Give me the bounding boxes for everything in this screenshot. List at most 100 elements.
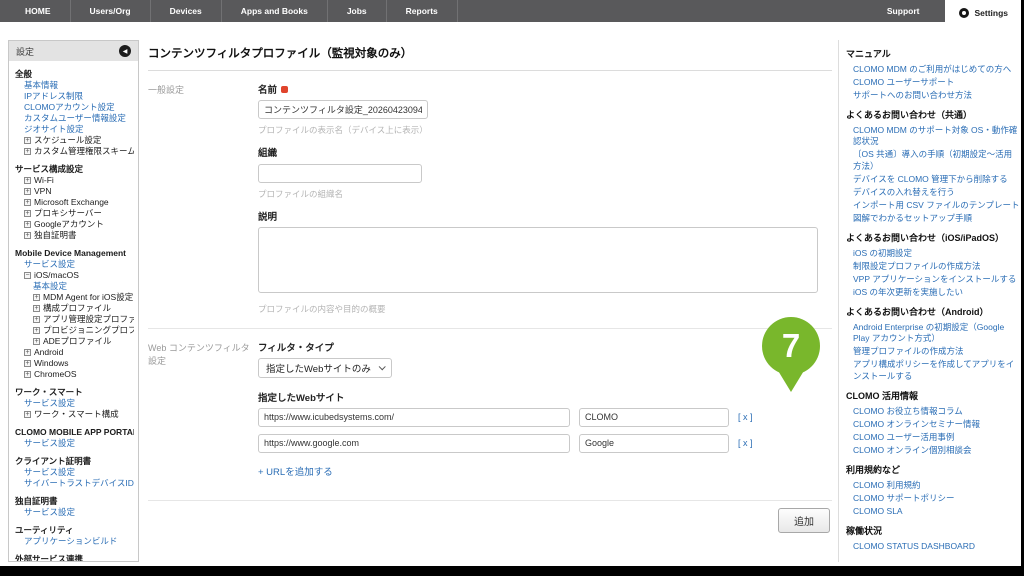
topnav-item[interactable]: Users/Org [71, 0, 151, 22]
help-entry[interactable]: 図解でわかるセットアップ手順 [846, 213, 1020, 225]
remove-url-link[interactable]: [ x ] [738, 438, 753, 448]
topnav-item[interactable]: HOME [6, 0, 71, 22]
web-filter-section: Web コンテンツフィルタ 設定 フィルタ・タイプ 指定したWebサイトのみ 指… [148, 329, 832, 501]
help-entry[interactable]: デバイスを CLOMO 管理下から削除する [846, 174, 1020, 186]
sidebar-entry-label: アプリケーションビルド [24, 536, 117, 547]
expand-icon [33, 294, 40, 301]
help-entry[interactable]: VPP アプリケーションをインストールする [846, 274, 1020, 286]
sidebar-entry-label: 独自証明書 [15, 496, 58, 507]
sidebar-entry-label: 構成プロファイル [43, 303, 111, 314]
help-entry[interactable]: CLOMO サポートポリシー [846, 493, 1020, 505]
help-entry[interactable]: Android Enterprise の初期設定（Google Play アカウ… [846, 322, 1020, 345]
help-entry[interactable]: CLOMO ユーザー活用事例 [846, 432, 1020, 444]
sidebar-entry[interactable]: アプリケーションビルド [15, 536, 134, 547]
help-entry[interactable]: iOS の年次更新を実施したい [846, 287, 1020, 299]
help-entry[interactable]: デバイスの入れ替えを行う [846, 187, 1020, 199]
sidebar-entry[interactable]: Android [15, 347, 134, 358]
help-entry-label: CLOMO MDM のサポート対象 OS・動作確認状況 [853, 125, 1017, 147]
sidebar-entry[interactable]: カスタム管理権限スキーム設定 [15, 146, 134, 157]
settings-tree-sidebar: 設定 ◀ 全般 基本情報 IPアドレス制限 CLOMOアカウント設定 [8, 40, 139, 562]
sidebar-entry [15, 547, 134, 554]
website-row[interactable]: [ x ] [258, 434, 832, 453]
help-entry-label: マニュアル [846, 49, 891, 59]
add-url-link[interactable]: + URLを追加する [258, 464, 333, 478]
expand-icon [24, 221, 31, 228]
help-entry[interactable]: サポートへのお問い合わせ方法 [846, 90, 1020, 102]
help-entry[interactable]: 制限設定プロファイルの作成方法 [846, 261, 1020, 273]
filter-type-select[interactable]: 指定したWebサイトのみ [258, 358, 392, 378]
website-name-input[interactable] [579, 434, 729, 453]
sidebar-entry[interactable]: VPN [15, 186, 134, 197]
sidebar-entry[interactable]: 基本設定 [15, 281, 134, 292]
topnav-item[interactable]: Apps and Books [222, 0, 328, 22]
sidebar-entry[interactable]: MDM Agent for iOS設定 [15, 292, 134, 303]
help-entry[interactable]: CLOMO オンラインセミナー情報 [846, 419, 1020, 431]
step-marker-badge: 7 [762, 317, 820, 375]
help-entry[interactable]: CLOMO MDM のサポート対象 OS・動作確認状況 [846, 125, 1020, 148]
topnav-items: HOME Users/Org Devices Apps and Books Jo… [0, 0, 458, 22]
sidebar-entry[interactable]: アプリ管理設定プロファイル [15, 314, 134, 325]
sidebar-entry[interactable]: iOS/macOS [15, 270, 134, 281]
sidebar-entry[interactable]: 独自証明書 [15, 230, 134, 241]
help-entry[interactable]: CLOMO SLA [846, 506, 1020, 518]
sidebar-entry[interactable]: ジオサイト設定 [15, 124, 134, 135]
topnav-item[interactable]: Jobs [328, 0, 387, 22]
website-row[interactable]: [ x ] [258, 408, 832, 427]
help-entry[interactable]: アプリ構成ポリシーを作成してアプリをインストールする [846, 359, 1020, 382]
nav-settings-tab[interactable]: Settings [945, 0, 1022, 25]
organization-input[interactable] [258, 164, 422, 183]
topnav-item-label: Reports [406, 6, 438, 16]
help-entry[interactable]: 管理プロファイルの作成方法 [846, 346, 1020, 358]
sidebar-entry[interactable]: ADEプロファイル [15, 336, 134, 347]
help-entry[interactable]: CLOMO オンライン個別相談会 [846, 445, 1020, 457]
sidebar-entry[interactable]: Googleアカウント [15, 219, 134, 230]
chevron-left-icon: ◀ [123, 48, 128, 55]
website-url-input[interactable] [258, 408, 570, 427]
help-entry[interactable]: CLOMO MDM のご利用がはじめての方へ [846, 64, 1020, 76]
remove-url-link[interactable]: [ x ] [738, 412, 753, 422]
topnav-item-label: Users/Org [90, 6, 131, 16]
sidebar-entry[interactable]: スケジュール設定 [15, 135, 134, 146]
sidebar-entry[interactable]: サービス設定 [15, 507, 134, 518]
website-name-input[interactable] [579, 408, 729, 427]
topnav-item[interactable]: Reports [387, 0, 458, 22]
sidebar-entry[interactable]: ChromeOS [15, 369, 134, 380]
sidebar-entry[interactable]: IPアドレス制限 [15, 91, 134, 102]
collapse-sidebar-button[interactable]: ◀ [119, 45, 131, 57]
help-entry[interactable]: CLOMO お役立ち情報コラム [846, 406, 1020, 418]
sidebar-entry[interactable]: Microsoft Exchange [15, 197, 134, 208]
sidebar-entry[interactable]: サービス設定 [15, 438, 134, 449]
help-entry-label: CLOMO サポートポリシー [853, 493, 955, 503]
nav-support[interactable]: Support [861, 0, 946, 22]
sidebar-entry[interactable]: Windows [15, 358, 134, 369]
help-entry[interactable]: 〔OS 共通〕導入の手順（初期設定～活用方法） [846, 149, 1020, 172]
description-textarea[interactable] [258, 227, 818, 293]
website-url-input[interactable] [258, 434, 570, 453]
help-entry-label: よくあるお問い合わせ（共通） [846, 110, 972, 120]
profile-name-input[interactable] [258, 100, 428, 119]
help-entry-label: CLOMO お役立ち情報コラム [853, 406, 963, 416]
sidebar-entry[interactable]: カスタムユーザー情報設定 [15, 113, 134, 124]
sidebar-entry-label: Wi-Fi [34, 175, 54, 186]
sidebar-entry[interactable]: サービス設定 [15, 467, 134, 478]
help-entry[interactable]: iOS の初期設定 [846, 248, 1020, 260]
expand-icon [24, 148, 31, 155]
sidebar-entry[interactable]: サービス設定 [15, 398, 134, 409]
help-entry[interactable]: インポート用 CSV ファイルのテンプレート [846, 200, 1020, 212]
sidebar-entry[interactable]: サイバートラストデバイスIDクライ... [15, 478, 134, 489]
help-entry[interactable]: CLOMO STATUS DASHBOARD [846, 541, 1020, 553]
sidebar-entry[interactable]: 構成プロファイル [15, 303, 134, 314]
sidebar-entry[interactable]: ワーク・スマート構成 [15, 409, 134, 420]
add-button[interactable]: 追加 [778, 508, 830, 533]
sidebar-entry[interactable]: プロビジョニングプロファイル [15, 325, 134, 336]
sidebar-entry[interactable]: CLOMOアカウント設定 [15, 102, 134, 113]
sidebar-entry[interactable]: プロキシサーバー [15, 208, 134, 219]
sidebar-entry[interactable]: サービス設定 [15, 259, 134, 270]
topnav-item[interactable]: Devices [151, 0, 222, 22]
sidebar-entry: Mobile Device Management [15, 248, 134, 259]
sidebar-entry[interactable]: Wi-Fi [15, 175, 134, 186]
help-entry[interactable]: CLOMO 利用規約 [846, 480, 1020, 492]
help-entry-label: 稼働状況 [846, 526, 882, 536]
sidebar-entry[interactable]: 基本情報 [15, 80, 134, 91]
help-entry[interactable]: CLOMO ユーザーサポート [846, 77, 1020, 89]
